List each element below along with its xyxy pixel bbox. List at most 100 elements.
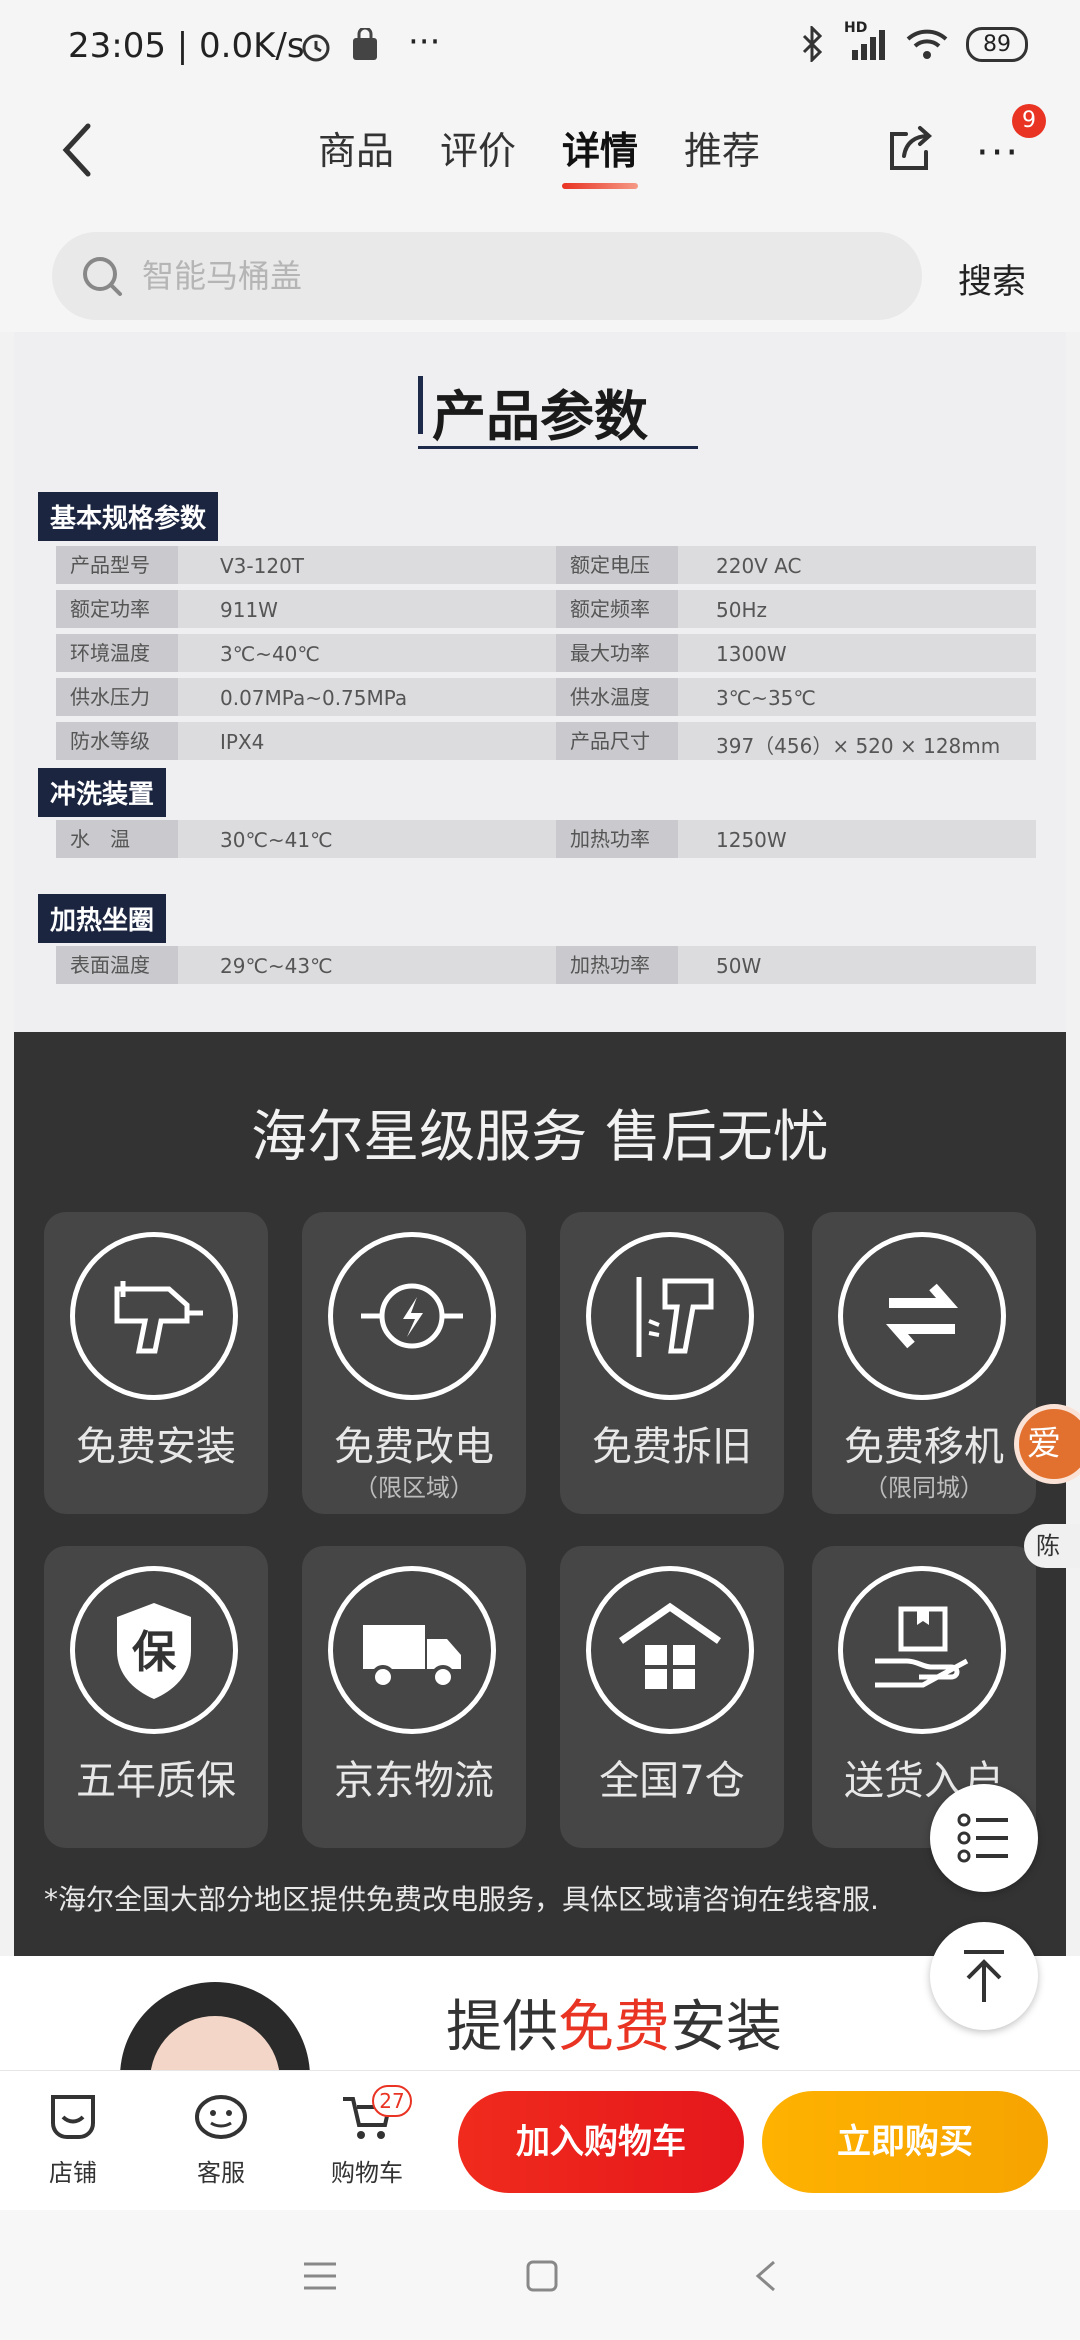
promo-text-before: 提供 <box>446 1995 558 2060</box>
param-value: 911W <box>220 598 278 622</box>
section-heated-seat: 加热坐圈 <box>38 894 167 943</box>
share-icon[interactable] <box>882 120 938 176</box>
param-row: 环境温度 3℃~40℃ 最大功率 1300W <box>56 634 1036 672</box>
param-key: 防水等级 <box>56 722 178 760</box>
search-box <box>52 232 922 320</box>
service-card-warranty: 保 五年质保 <box>44 1546 268 1848</box>
service-label: 全国7仓 <box>599 1758 745 1804</box>
service-card-logistics: 京东物流 <box>302 1546 526 1848</box>
params-title: 产品参数 <box>432 385 648 448</box>
param-value: 1250W <box>716 828 787 852</box>
search-button[interactable]: 搜索 <box>958 254 1026 303</box>
param-key: 产品尺寸 <box>556 722 678 760</box>
shop-icon <box>51 2095 95 2139</box>
param-key: 加热功率 <box>556 820 678 858</box>
promo-banner: 提供免费安装 <box>0 1956 1080 2070</box>
promo-text-after: 安装 <box>670 1995 782 2060</box>
warehouse-icon <box>619 1602 721 1689</box>
cart-badge: 27 <box>372 2085 412 2117</box>
param-row: 额定功率 911W 额定频率 50Hz <box>56 590 1036 628</box>
drill-icon <box>114 1281 203 1354</box>
wifi-icon <box>906 29 948 59</box>
tab-recommend[interactable]: 推荐 <box>684 120 760 175</box>
search-input[interactable] <box>142 250 882 302</box>
param-value: 1300W <box>716 642 787 666</box>
bottom-action-bar: 店铺 客服 购物车 27 加入购物车 立即购买 <box>0 2070 1080 2210</box>
customer-service-label: 客服 <box>197 2159 245 2187</box>
shield-icon: 保 <box>117 1603 191 1699</box>
back-icon[interactable] <box>58 122 98 178</box>
service-sublabel: （限同城） <box>864 1474 984 1502</box>
section-basic-specs: 基本规格参数 <box>38 492 219 541</box>
param-key: 环境温度 <box>56 634 178 672</box>
service-title: 海尔星级服务 售后无忧 <box>251 1105 829 1170</box>
service-card-install: 免费安装 <box>44 1212 268 1514</box>
more-badge: 9 <box>1012 104 1046 138</box>
arrow-up-icon <box>964 1950 1004 2002</box>
param-value: IPX4 <box>220 730 265 754</box>
service-card-rewiring: 免费改电 （限区域） <box>302 1212 526 1514</box>
param-key: 供水压力 <box>56 678 178 716</box>
tab-product[interactable]: 商品 <box>318 120 394 175</box>
param-value: 0.07MPa~0.75MPa <box>220 686 408 710</box>
param-value: V3-120T <box>220 554 305 578</box>
param-row: 供水压力 0.07MPa~0.75MPa 供水温度 3℃~35℃ <box>56 678 1036 716</box>
status-time: 23:05 | 0.0K/s <box>68 26 305 66</box>
exchange-icon <box>885 1283 959 1349</box>
service-label: 免费拆旧 <box>592 1424 752 1470</box>
param-value: 397（456）× 520 × 128mm <box>716 734 1001 758</box>
title-underline <box>418 446 698 449</box>
param-key: 水 温 <box>56 820 178 858</box>
promo-text: 提供免费安装 <box>446 1982 782 2063</box>
alarm-icon <box>302 34 330 62</box>
tab-details[interactable]: 详情 <box>562 120 639 189</box>
nav-tabs: 商品 评价 详情 推荐 <box>318 120 760 189</box>
param-value: 29℃~43℃ <box>220 954 333 978</box>
hammer-icon <box>636 1277 714 1357</box>
tab-reviews[interactable]: 评价 <box>440 120 516 175</box>
more-notifications-icon: ··· <box>408 22 441 62</box>
status-bar: 23:05 | 0.0K/s ··· HD 89 <box>0 0 1080 90</box>
add-to-cart-button[interactable]: 加入购物车 <box>458 2091 744 2193</box>
home-icon[interactable] <box>524 2258 560 2294</box>
param-value: 3℃~40℃ <box>220 642 320 666</box>
service-panel: 海尔星级服务 售后无忧 免费安装 免费改电 （限区域） 免费拆旧 免费移机 （限… <box>14 1032 1066 1956</box>
param-row: 防水等级 IPX4 产品尺寸 397（456）× 520 × 128mm <box>56 722 1036 760</box>
service-note: *海尔全国大部分地区提供免费改电服务，具体区域请咨询在线客服. <box>44 1883 879 1916</box>
top-nav: 商品 评价 详情 推荐 ··· 9 <box>0 90 1080 210</box>
menu-icon[interactable] <box>300 2258 340 2294</box>
service-label: 京东物流 <box>334 1758 494 1804</box>
shield-glyph: 保 <box>132 1627 177 1678</box>
param-row: 表面温度 29℃~43℃ 加热功率 50W <box>56 946 1036 984</box>
system-back-icon[interactable] <box>752 2258 780 2294</box>
system-nav-bar <box>0 2210 1080 2340</box>
shop-button[interactable]: 店铺 <box>18 2091 128 2188</box>
floating-avatar-name[interactable]: 陈 <box>1024 1524 1080 1568</box>
truck-icon <box>363 1625 461 1689</box>
catalog-button[interactable] <box>930 1784 1038 1892</box>
param-key: 产品型号 <box>56 546 178 584</box>
param-key: 额定频率 <box>556 590 678 628</box>
search-row: 搜索 <box>0 210 1080 332</box>
param-value: 30℃~41℃ <box>220 828 333 852</box>
service-label: 五年质保 <box>76 1758 236 1804</box>
service-label: 免费移机 <box>844 1424 1004 1470</box>
shop-label: 店铺 <box>49 2159 97 2187</box>
cart-label: 购物车 <box>331 2159 403 2187</box>
param-key: 最大功率 <box>556 634 678 672</box>
search-icon <box>83 257 122 296</box>
more-menu-icon[interactable]: ··· <box>976 130 1020 176</box>
param-key: 供水温度 <box>556 678 678 716</box>
service-label: 免费改电 <box>334 1424 494 1470</box>
buy-now-button[interactable]: 立即购买 <box>762 2091 1048 2193</box>
service-card-removal: 免费拆旧 <box>560 1212 784 1514</box>
param-row: 水 温 30℃~41℃ 加热功率 1250W <box>56 820 1036 858</box>
param-key: 表面温度 <box>56 946 178 984</box>
product-params-panel: 产品参数 基本规格参数 产品型号 V3-120T 额定电压 220V AC 额定… <box>14 332 1066 1032</box>
param-value: 50W <box>716 954 762 978</box>
param-key: 额定功率 <box>56 590 178 628</box>
customer-service-button[interactable]: 客服 <box>166 2091 276 2188</box>
service-card-relocation: 免费移机 （限同城） <box>812 1212 1036 1514</box>
back-to-top-button[interactable] <box>930 1922 1038 2030</box>
param-row: 产品型号 V3-120T 额定电压 220V AC <box>56 546 1036 584</box>
